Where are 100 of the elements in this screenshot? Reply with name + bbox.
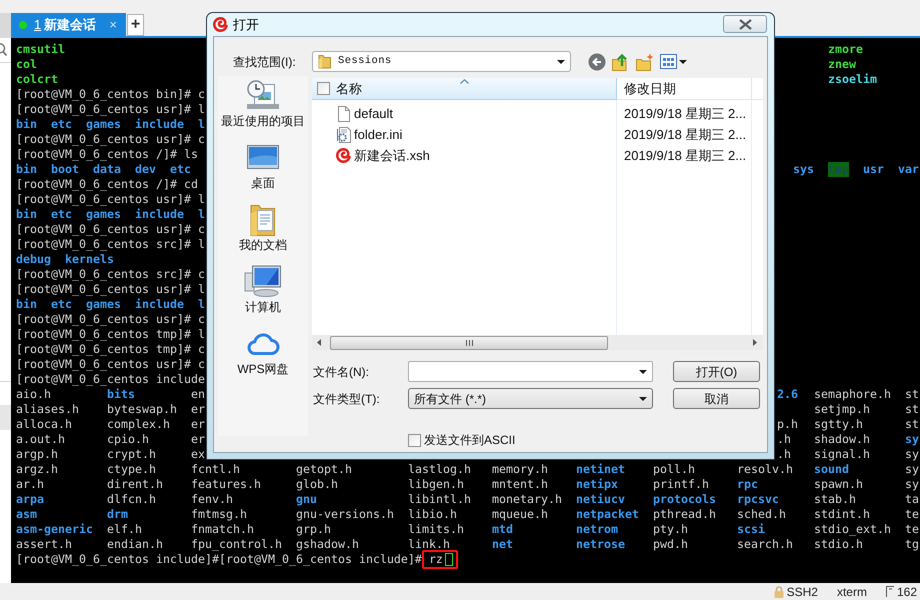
directory-name: gnu xyxy=(296,492,317,507)
prompt-line: [root@VM_0_6_centos usr]# c xyxy=(16,357,205,372)
dialog-title: 打开 xyxy=(233,16,259,34)
file-name: fnmatch.h xyxy=(191,522,254,537)
file-name: link.h xyxy=(408,537,450,552)
new-folder-icon[interactable] xyxy=(636,52,654,70)
back-icon[interactable] xyxy=(588,52,606,70)
terminal-size: 162 xyxy=(896,584,917,600)
scroll-left-icon[interactable] xyxy=(317,339,321,346)
caret-icon xyxy=(557,60,565,64)
directory-name: net xyxy=(492,537,513,552)
prompt-line: [root@VM_0_6_centos tmp]# c xyxy=(16,342,205,357)
output-line: bin etc games include l xyxy=(16,117,205,132)
file-name: endian.h xyxy=(107,537,163,552)
view-menu-icon[interactable] xyxy=(660,54,687,69)
typed-command: rz xyxy=(428,552,443,567)
directory-name: sy xyxy=(905,432,919,447)
file-name: dirent.h xyxy=(107,477,163,492)
file-name[interactable]: folder.ini xyxy=(354,124,402,144)
directory-name: sys xyxy=(793,162,814,177)
directory-name: mtd xyxy=(492,522,513,537)
directory-name: usr xyxy=(863,162,884,177)
prompt-line: [root@VM_0_6_centos bin]# c xyxy=(16,87,205,102)
directory-name: netpacket xyxy=(576,507,639,522)
horizontal-scrollbar[interactable] xyxy=(312,335,763,350)
file-name: aliases.h xyxy=(16,402,79,417)
modified-date: 2019/9/18 星期三 2... xyxy=(624,126,746,144)
file-name: sy xyxy=(905,477,919,492)
file-name: memory.h xyxy=(492,462,548,477)
desktop-icon xyxy=(247,145,279,169)
column-header[interactable]: 修改日期 xyxy=(617,78,752,100)
select-all-checkbox[interactable] xyxy=(317,82,330,95)
file-name-field[interactable] xyxy=(408,361,653,382)
file-name: libgen.h xyxy=(408,477,464,492)
prompt-line: [root@VM_0_6_centos include]#[root@VM_0_6_centos include]# xyxy=(16,552,422,567)
session-tab[interactable]: 1 新建会话 × xyxy=(11,13,126,36)
file-name: elf.h xyxy=(107,522,142,537)
file-name: st xyxy=(905,417,919,432)
file-name: fpu_control.h xyxy=(191,537,282,552)
places-item[interactable]: WPS网盘 xyxy=(218,326,308,388)
ascii-checkbox[interactable] xyxy=(408,434,421,446)
protocol-label: SSH2 xyxy=(786,584,818,600)
directory-name: bits xyxy=(107,387,135,402)
file-name[interactable]: 新建会话.xsh xyxy=(354,146,430,166)
places-item[interactable]: 桌面 xyxy=(218,140,308,202)
file-name: a.out.h xyxy=(16,432,65,447)
file-name: tg xyxy=(905,537,919,552)
prompt-line: [root@VM_0_6_centos include xyxy=(16,372,205,387)
directory-name: asm-generic xyxy=(16,522,93,537)
modified-date: 2019/9/18 星期三 2... xyxy=(624,104,746,123)
prompt-line: [root@VM_0_6_centos /]# cd xyxy=(16,177,198,192)
file-name: fmtmsg.h xyxy=(191,507,247,522)
new-tab-button[interactable]: + xyxy=(127,14,144,36)
file-name[interactable]: default xyxy=(354,104,394,124)
sort-caret-icon xyxy=(460,79,469,84)
file-name: argp.h xyxy=(16,447,58,462)
places-item[interactable]: 最近使用的项目 xyxy=(218,78,308,140)
file-name: stdint.h xyxy=(814,507,870,522)
file-name: ta xyxy=(905,492,919,507)
prompt-line: [root@VM_0_6_centos usr]# c xyxy=(16,222,205,237)
file-name: er xyxy=(191,402,205,417)
file-type-dropdown[interactable]: 所有文件 (*.*) xyxy=(408,388,653,409)
file-name: glob.h xyxy=(296,477,338,492)
file-name: lastlog.h xyxy=(408,462,471,477)
search-icon[interactable] xyxy=(0,43,7,56)
look-in-dropdown[interactable]: Sessions xyxy=(312,51,571,72)
look-in-label: 查找范围(I): xyxy=(233,54,296,70)
link-name: zsoelim xyxy=(828,72,877,87)
open-button[interactable]: 打开(O) xyxy=(673,361,760,382)
places-item[interactable]: 我的文档 xyxy=(218,202,308,264)
scroll-right-icon[interactable] xyxy=(753,339,757,346)
directory-name: 2.6 xyxy=(777,387,798,402)
file-name: st xyxy=(905,387,919,402)
folder-icon xyxy=(318,54,331,69)
file-name: setjmp.h xyxy=(814,402,870,417)
directory-name: drm xyxy=(107,507,128,522)
directory-name: var xyxy=(898,162,919,177)
directory-name: netinet xyxy=(576,462,625,477)
scrollbar-thumb[interactable] xyxy=(330,336,608,350)
file-name: ar.h xyxy=(16,477,44,492)
file-name: cpio.h xyxy=(107,432,149,447)
file-name: en xyxy=(191,387,205,402)
column-header[interactable]: 名称 xyxy=(312,78,617,100)
file-name: st xyxy=(905,402,919,417)
panel-header xyxy=(0,13,11,38)
file-name: poll.h xyxy=(653,462,695,477)
caret-icon xyxy=(639,396,647,400)
file-name: .h xyxy=(777,432,791,447)
file-name: aio.h xyxy=(16,387,51,402)
swirl-icon xyxy=(213,17,228,32)
file-name: printf.h xyxy=(653,477,709,492)
cancel-button[interactable]: 取消 xyxy=(673,388,760,409)
close-button[interactable] xyxy=(723,15,767,33)
file-name: mqueue.h xyxy=(492,507,548,522)
swirl-file-icon xyxy=(336,148,351,163)
modified-date: 2019/9/18 星期三 2... xyxy=(624,146,746,165)
places-item[interactable]: 计算机 xyxy=(218,264,308,326)
file-name: ex xyxy=(191,447,205,462)
terminal-type: xterm xyxy=(836,584,867,600)
file-name: crypt.h xyxy=(107,447,156,462)
